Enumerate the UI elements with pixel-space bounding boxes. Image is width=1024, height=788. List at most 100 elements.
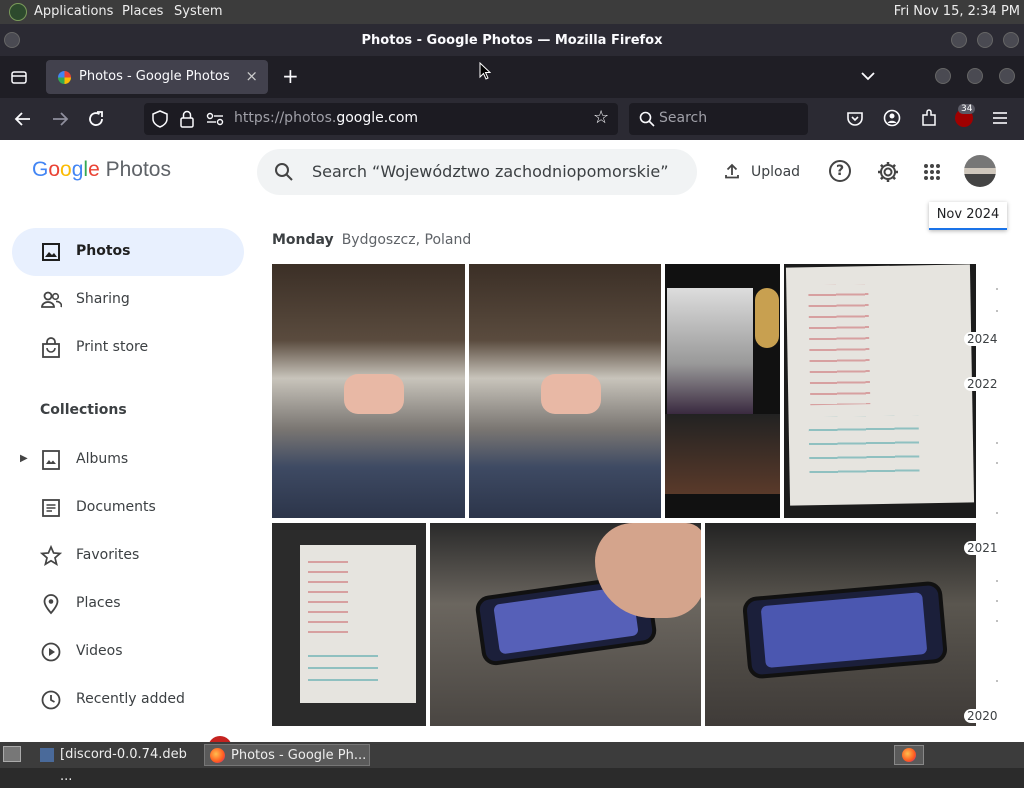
clock[interactable]: Fri Nov 15, 2:34 PM xyxy=(894,4,1020,19)
timeline-year[interactable]: 2021 xyxy=(964,541,1001,555)
photo-detail xyxy=(755,288,779,348)
window-titlebar: Photos - Google Photos — Mozilla Firefox xyxy=(0,24,1024,56)
album-icon xyxy=(42,450,60,470)
search-icon[interactable] xyxy=(274,162,294,182)
gnome-top-panel: Applications Places System Fri Nov 15, 2… xyxy=(0,0,1024,24)
tab-google-photos[interactable]: Photos - Google Photos × xyxy=(46,60,268,94)
show-desktop-icon[interactable] xyxy=(3,746,21,762)
forward-icon[interactable] xyxy=(51,110,69,128)
maximize-icon[interactable] xyxy=(967,68,983,84)
url-text[interactable]: https://photos.google.com xyxy=(234,110,418,126)
reload-icon[interactable] xyxy=(87,110,105,128)
sidebar-item-albums[interactable]: Albums xyxy=(12,436,244,484)
logo-letter: g xyxy=(71,158,84,181)
sidebar-item-favorites[interactable]: Favorites xyxy=(12,532,244,580)
photo-detail xyxy=(741,580,949,680)
photo-thumbnail[interactable] xyxy=(272,523,426,726)
firefox-view-icon[interactable] xyxy=(10,68,28,86)
google-photos-logo[interactable]: Google Photos xyxy=(32,158,171,182)
close-window-icon[interactable] xyxy=(999,68,1015,84)
sidebar-item-label: Sharing xyxy=(76,291,130,307)
apps-grid-icon[interactable] xyxy=(923,163,941,181)
photo-thumbnail[interactable] xyxy=(665,264,780,518)
photo-detail xyxy=(667,288,753,414)
photo-thumbnail[interactable] xyxy=(705,523,976,726)
sidebar-item-label: Videos xyxy=(76,643,123,659)
taskbar-item-firefox[interactable]: Photos - Google Ph... xyxy=(204,744,370,766)
play-circle-icon xyxy=(41,642,61,662)
photo-icon xyxy=(42,243,60,261)
web-search-bar[interactable]: Search xyxy=(629,103,808,135)
photo-thumbnail[interactable] xyxy=(430,523,701,726)
date-scrubber-tooltip: Nov 2024 xyxy=(929,202,1007,230)
applications-menu[interactable]: Applications xyxy=(34,4,113,19)
upload-button[interactable]: Upload xyxy=(751,164,800,180)
pocket-icon[interactable] xyxy=(846,110,864,128)
url-prefix: https://photos. xyxy=(234,110,337,126)
photo-detail xyxy=(308,553,348,633)
mouse-cursor-icon xyxy=(479,62,491,80)
logo-letter: o xyxy=(60,158,72,181)
account-avatar[interactable] xyxy=(964,155,996,187)
shield-icon[interactable] xyxy=(152,110,168,128)
photo-detail xyxy=(300,545,416,703)
timeline-tick xyxy=(996,310,998,312)
sidebar-item-photos[interactable]: Photos xyxy=(12,228,244,276)
sidebar-item-recently-added[interactable]: Recently added xyxy=(12,676,244,724)
timeline-tick xyxy=(996,462,998,464)
minimize-icon[interactable] xyxy=(935,68,951,84)
sidebar-item-places[interactable]: Places xyxy=(12,580,244,628)
photos-search-box[interactable]: Search “Województwo zachodniopomorskie” xyxy=(257,149,697,195)
sidebar-item-documents[interactable]: Documents xyxy=(12,484,244,532)
close-window-icon[interactable] xyxy=(1003,32,1019,48)
hamburger-menu-icon[interactable] xyxy=(991,110,1009,126)
help-icon[interactable]: ? xyxy=(829,160,851,182)
taskbar-item-label: [discord-0.0.74.deb ... xyxy=(60,747,187,784)
permissions-icon[interactable] xyxy=(206,112,224,126)
photo-thumbnail[interactable] xyxy=(272,264,465,518)
photo-detail xyxy=(308,645,378,691)
web-search-placeholder: Search xyxy=(659,110,708,126)
search-icon xyxy=(639,111,655,127)
timeline-tick xyxy=(996,512,998,514)
upload-icon[interactable] xyxy=(724,163,740,179)
places-menu[interactable]: Places xyxy=(122,4,163,19)
timeline-year[interactable]: 2022 xyxy=(964,377,1001,391)
logo-letter: e xyxy=(88,158,100,181)
sidebar-item-sharing[interactable]: Sharing xyxy=(12,276,244,324)
url-bar[interactable]: https://photos.google.com ☆ xyxy=(144,103,618,135)
location-label[interactable]: Bydgoszcz, Poland xyxy=(342,232,472,248)
timeline-year[interactable]: 2020 xyxy=(964,709,1001,723)
new-tab-button[interactable]: + xyxy=(282,64,299,88)
photo-detail xyxy=(344,374,404,414)
sidebar-item-print-store[interactable]: Print store xyxy=(12,324,244,372)
photo-detail xyxy=(808,284,871,406)
sidebar-item-videos[interactable]: Videos xyxy=(12,628,244,676)
workspace-switcher[interactable] xyxy=(894,745,924,765)
minimize-icon[interactable] xyxy=(951,32,967,48)
photo-detail xyxy=(808,415,920,478)
photo-thumbnail[interactable] xyxy=(784,264,976,518)
sidebar-item-label: Photos xyxy=(76,243,131,259)
sidebar-item-label: Favorites xyxy=(76,547,140,563)
tab-label: Photos - Google Photos xyxy=(79,69,230,84)
settings-gear-icon[interactable] xyxy=(876,160,900,184)
search-placeholder: Search “Województwo zachodniopomorskie” xyxy=(312,162,669,181)
photo-thumbnail[interactable] xyxy=(469,264,661,518)
account-icon[interactable] xyxy=(883,109,901,127)
gnome-foot-icon[interactable] xyxy=(9,3,27,21)
sidebar-item-label: Places xyxy=(76,595,121,611)
package-icon xyxy=(40,748,54,762)
bookmark-star-icon[interactable]: ☆ xyxy=(593,107,609,128)
timeline-year[interactable]: 2024 xyxy=(964,332,1001,346)
extensions-icon[interactable] xyxy=(920,109,938,127)
timeline-tick xyxy=(996,680,998,682)
taskbar-item-discord-installer[interactable]: [discord-0.0.74.deb ... xyxy=(34,744,200,784)
back-icon[interactable] xyxy=(14,110,32,128)
document-icon xyxy=(42,499,60,517)
system-menu[interactable]: System xyxy=(174,4,222,19)
lock-icon[interactable] xyxy=(180,110,194,128)
tab-close-icon[interactable]: × xyxy=(245,67,258,85)
maximize-icon[interactable] xyxy=(977,32,993,48)
list-all-tabs-icon[interactable] xyxy=(860,70,876,82)
